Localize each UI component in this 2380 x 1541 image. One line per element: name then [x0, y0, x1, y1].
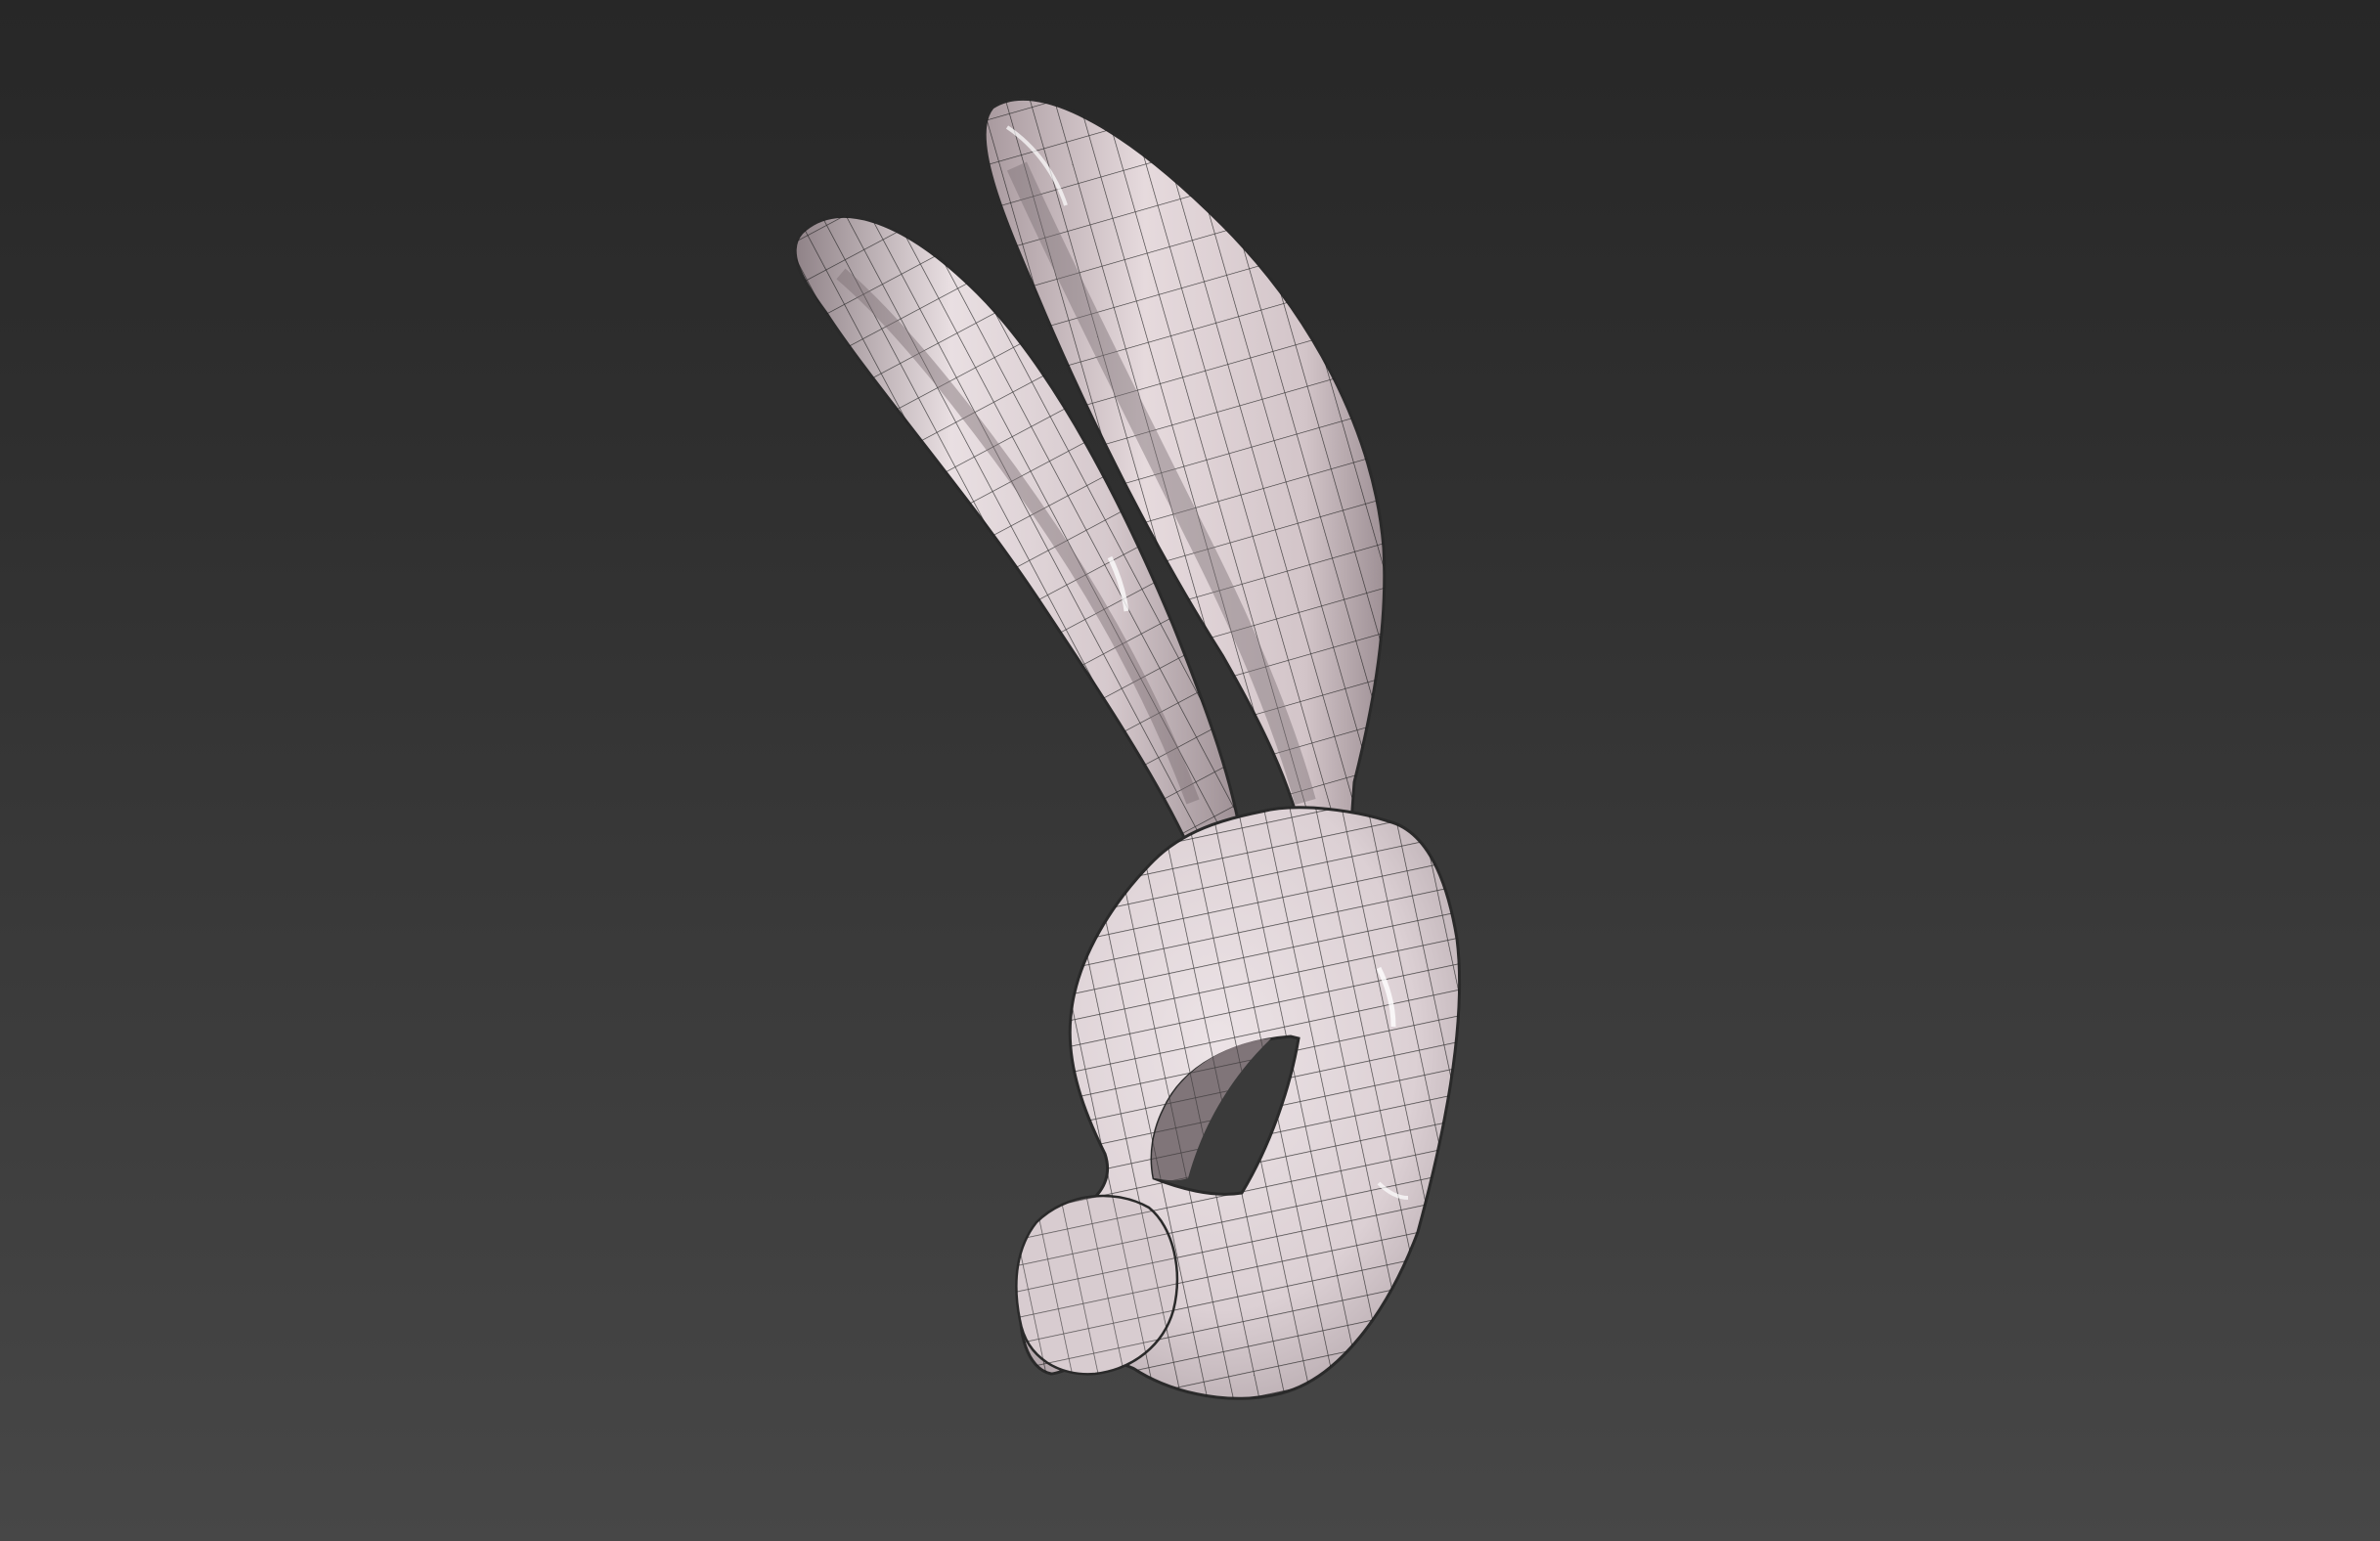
muzzle	[1015, 1194, 1179, 1376]
rabbit-mask-model[interactable]	[0, 0, 2380, 1541]
3d-viewport[interactable]	[0, 0, 2380, 1541]
